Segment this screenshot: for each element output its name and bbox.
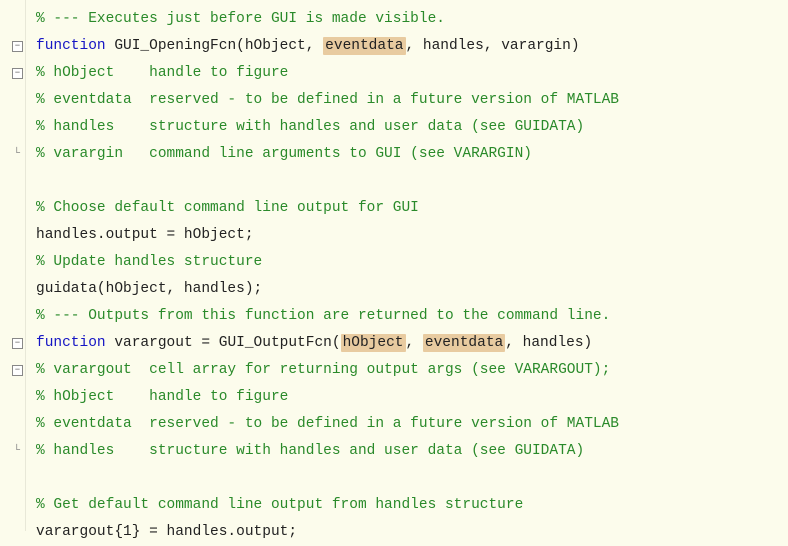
gutter-line: − [0,357,25,384]
code-line[interactable]: % --- Executes just before GUI is made v… [36,6,784,33]
code-line[interactable]: % Update handles structure [36,249,784,276]
gutter-line [0,168,25,195]
code-token: function [36,335,106,351]
gutter-line [0,465,25,492]
gutter-line [0,114,25,141]
code-token: % handles structure with handles and use… [36,443,584,459]
gutter-line [0,303,25,330]
code-token: % handles structure with handles and use… [36,119,584,135]
code-line[interactable]: % hObject handle to figure [36,60,784,87]
gutter-line [0,411,25,438]
fold-minus-icon[interactable]: − [12,41,23,52]
fold-end-icon: └ [13,438,23,465]
code-token: eventdata [323,37,405,55]
code-token: guidata(hObject, handles); [36,281,262,297]
code-line[interactable]: % Choose default command line output for… [36,195,784,222]
code-token: , [406,335,423,351]
code-area[interactable]: % --- Executes just before GUI is made v… [26,0,788,531]
gutter-column: − − └ − − └ [0,0,26,531]
code-line[interactable]: % hObject handle to figure [36,384,784,411]
code-line[interactable]: function varargout = GUI_OutputFcn(hObje… [36,330,784,357]
code-token: function [36,38,106,54]
code-line[interactable]: % eventdata reserved - to be defined in … [36,411,784,438]
code-editor: − − └ − − └ % --- Executes just before GUI is… [0,0,788,531]
code-token: % Get default command line output from h… [36,497,523,513]
code-line[interactable]: % --- Outputs from this function are ret… [36,303,784,330]
gutter-line [0,249,25,276]
fold-minus-icon[interactable]: − [12,338,23,349]
code-token: , handles, varargin) [406,38,580,54]
code-token: % Choose default command line output for… [36,200,419,216]
code-token: handles.output = hObject; [36,227,254,243]
code-token: % varargout cell array for returning out… [36,362,610,378]
gutter-line: └ [0,141,25,168]
code-line[interactable]: handles.output = hObject; [36,222,784,249]
code-line[interactable]: % Get default command line output from h… [36,492,784,519]
code-line[interactable]: % eventdata reserved - to be defined in … [36,87,784,114]
gutter-line [0,195,25,222]
gutter-line [0,384,25,411]
code-token: % hObject handle to figure [36,389,288,405]
code-token: % eventdata reserved - to be defined in … [36,416,619,432]
code-line[interactable]: % varargout cell array for returning out… [36,357,784,384]
gutter-line: └ [0,438,25,465]
code-token: % --- Outputs from this function are ret… [36,308,610,324]
code-token: hObject [341,334,406,352]
fold-minus-icon[interactable]: − [12,365,23,376]
gutter-line [0,276,25,303]
code-token: varargout = GUI_OutputFcn( [106,335,341,351]
code-token: varargout{1} = handles.output; [36,524,297,540]
gutter-line: − [0,33,25,60]
code-token: , handles) [505,335,592,351]
code-line[interactable] [36,465,784,492]
code-token: % hObject handle to figure [36,65,288,81]
gutter-line: − [0,60,25,87]
code-line[interactable]: varargout{1} = handles.output; [36,519,784,546]
gutter-line [0,87,25,114]
code-line[interactable]: % handles structure with handles and use… [36,114,784,141]
code-token: GUI_OpeningFcn(hObject, [106,38,324,54]
code-token: % varargin command line arguments to GUI… [36,146,532,162]
code-token: eventdata [423,334,505,352]
gutter-line [0,519,25,546]
code-token: % eventdata reserved - to be defined in … [36,92,619,108]
gutter-line: − [0,330,25,357]
code-line[interactable]: function GUI_OpeningFcn(hObject, eventda… [36,33,784,60]
code-line[interactable]: % handles structure with handles and use… [36,438,784,465]
code-line[interactable] [36,168,784,195]
gutter-line [0,222,25,249]
code-line[interactable]: guidata(hObject, handles); [36,276,784,303]
code-token: % Update handles structure [36,254,262,270]
gutter-line [0,6,25,33]
gutter-line [0,492,25,519]
code-token: % --- Executes just before GUI is made v… [36,11,445,27]
code-line[interactable]: % varargin command line arguments to GUI… [36,141,784,168]
fold-minus-icon[interactable]: − [12,68,23,79]
fold-end-icon: └ [13,141,23,168]
